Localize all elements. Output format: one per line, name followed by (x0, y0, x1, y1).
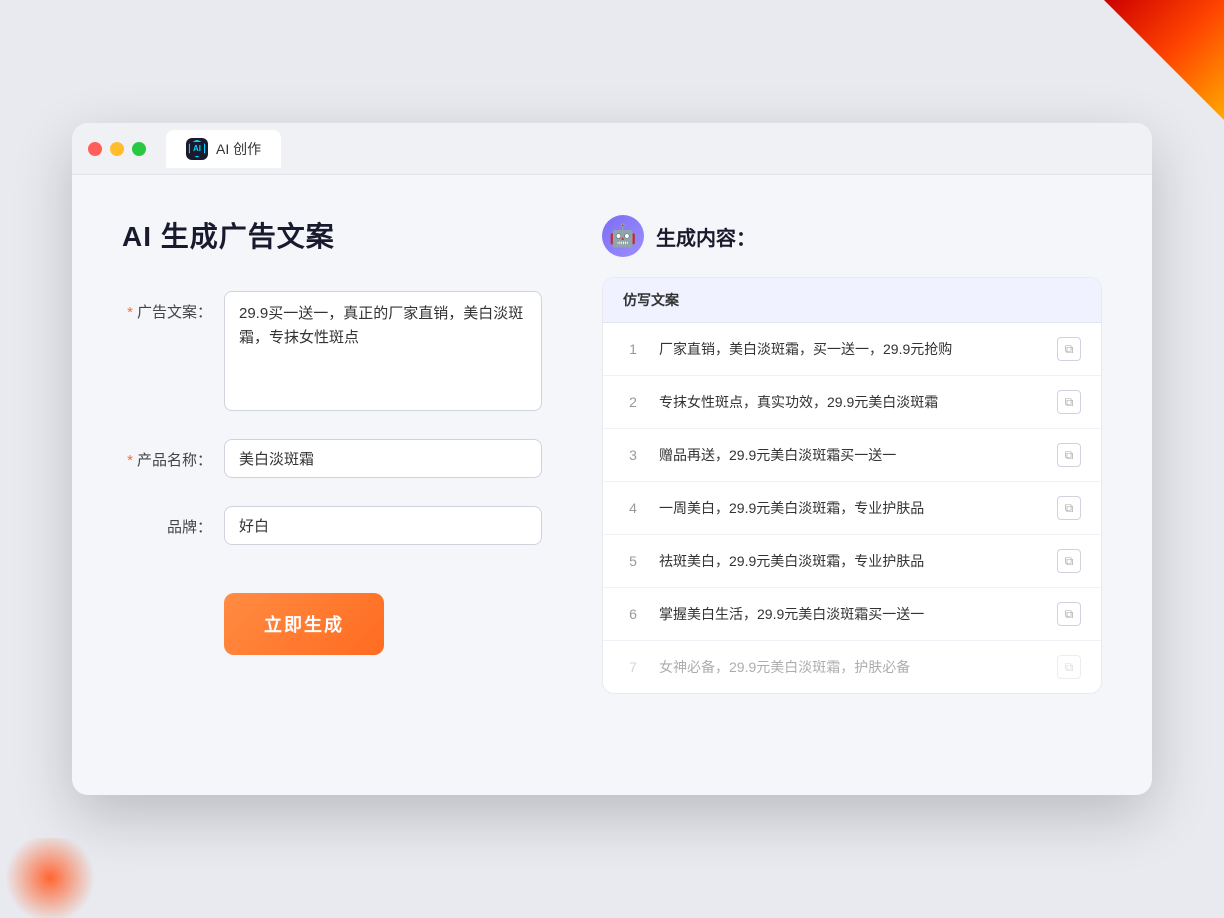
result-text: 一周美白，29.9元美白淡斑霜，专业护肤品 (659, 498, 1041, 519)
result-text: 赠品再送，29.9元美白淡斑霜买一送一 (659, 445, 1041, 466)
ad-copy-input[interactable] (224, 291, 542, 411)
result-item: 2 专抹女性斑点，真实功效，29.9元美白淡斑霜 ⧉ (603, 376, 1101, 429)
copy-icon[interactable]: ⧉ (1057, 337, 1081, 361)
result-item: 7 女神必备，29.9元美白淡斑霜，护肤必备 ⧉ (603, 641, 1101, 693)
result-number: 5 (623, 553, 643, 569)
ad-copy-group: *广告文案： (122, 291, 542, 411)
result-number: 7 (623, 659, 643, 675)
browser-window: AI AI 创作 AI 生成广告文案 *广告文案： *产品名称： (72, 123, 1152, 795)
right-header: 生成内容： (602, 215, 1102, 257)
brand-input[interactable] (224, 506, 542, 545)
left-panel: AI 生成广告文案 *广告文案： *产品名称： 品牌： 立 (122, 215, 542, 755)
minimize-button[interactable] (110, 142, 124, 156)
ad-copy-label: *广告文案： (122, 291, 212, 322)
browser-content: AI 生成广告文案 *广告文案： *产品名称： 品牌： 立 (72, 175, 1152, 795)
result-number: 3 (623, 447, 643, 463)
maximize-button[interactable] (132, 142, 146, 156)
ai-tab-icon: AI (186, 138, 208, 160)
result-text: 厂家直销，美白淡斑霜，买一送一，29.9元抢购 (659, 339, 1041, 360)
right-panel: 生成内容： 仿写文案 1 厂家直销，美白淡斑霜，买一送一，29.9元抢购 ⧉ 2… (602, 215, 1102, 755)
result-item: 3 赠品再送，29.9元美白淡斑霜买一送一 ⧉ (603, 429, 1101, 482)
decorative-corner-top-right (1104, 0, 1224, 120)
product-name-input[interactable] (224, 439, 542, 478)
results-header: 仿写文案 (603, 278, 1101, 323)
brand-label: 品牌： (122, 506, 212, 537)
tab-label: AI 创作 (216, 139, 261, 159)
result-number: 4 (623, 500, 643, 516)
result-number: 1 (623, 341, 643, 357)
product-name-group: *产品名称： (122, 439, 542, 478)
traffic-lights (88, 142, 146, 156)
results-container: 仿写文案 1 厂家直销，美白淡斑霜，买一送一，29.9元抢购 ⧉ 2 专抹女性斑… (602, 277, 1102, 694)
right-title: 生成内容： (656, 222, 756, 251)
copy-icon[interactable]: ⧉ (1057, 443, 1081, 467)
result-item: 4 一周美白，29.9元美白淡斑霜，专业护肤品 ⧉ (603, 482, 1101, 535)
result-text: 掌握美白生活，29.9元美白淡斑霜买一送一 (659, 604, 1041, 625)
ai-avatar (602, 215, 644, 257)
result-text: 祛斑美白，29.9元美白淡斑霜，专业护肤品 (659, 551, 1041, 572)
results-list: 1 厂家直销，美白淡斑霜，买一送一，29.9元抢购 ⧉ 2 专抹女性斑点，真实功… (603, 323, 1101, 693)
copy-icon[interactable]: ⧉ (1057, 390, 1081, 414)
copy-icon[interactable]: ⧉ (1057, 655, 1081, 679)
result-text: 专抹女性斑点，真实功效，29.9元美白淡斑霜 (659, 392, 1041, 413)
copy-icon[interactable]: ⧉ (1057, 496, 1081, 520)
result-item: 6 掌握美白生活，29.9元美白淡斑霜买一送一 ⧉ (603, 588, 1101, 641)
result-item: 1 厂家直销，美白淡斑霜，买一送一，29.9元抢购 ⧉ (603, 323, 1101, 376)
close-button[interactable] (88, 142, 102, 156)
result-number: 2 (623, 394, 643, 410)
brand-group: 品牌： (122, 506, 542, 545)
browser-titlebar: AI AI 创作 (72, 123, 1152, 175)
generate-button[interactable]: 立即生成 (224, 593, 384, 655)
decorative-corner-bottom-left (0, 838, 100, 918)
result-number: 6 (623, 606, 643, 622)
page-title: AI 生成广告文案 (122, 215, 542, 255)
copy-icon[interactable]: ⧉ (1057, 602, 1081, 626)
result-text: 女神必备，29.9元美白淡斑霜，护肤必备 (659, 657, 1041, 678)
product-name-label: *产品名称： (122, 439, 212, 470)
result-item: 5 祛斑美白，29.9元美白淡斑霜，专业护肤品 ⧉ (603, 535, 1101, 588)
tab-ai-creation[interactable]: AI AI 创作 (166, 130, 281, 168)
copy-icon[interactable]: ⧉ (1057, 549, 1081, 573)
